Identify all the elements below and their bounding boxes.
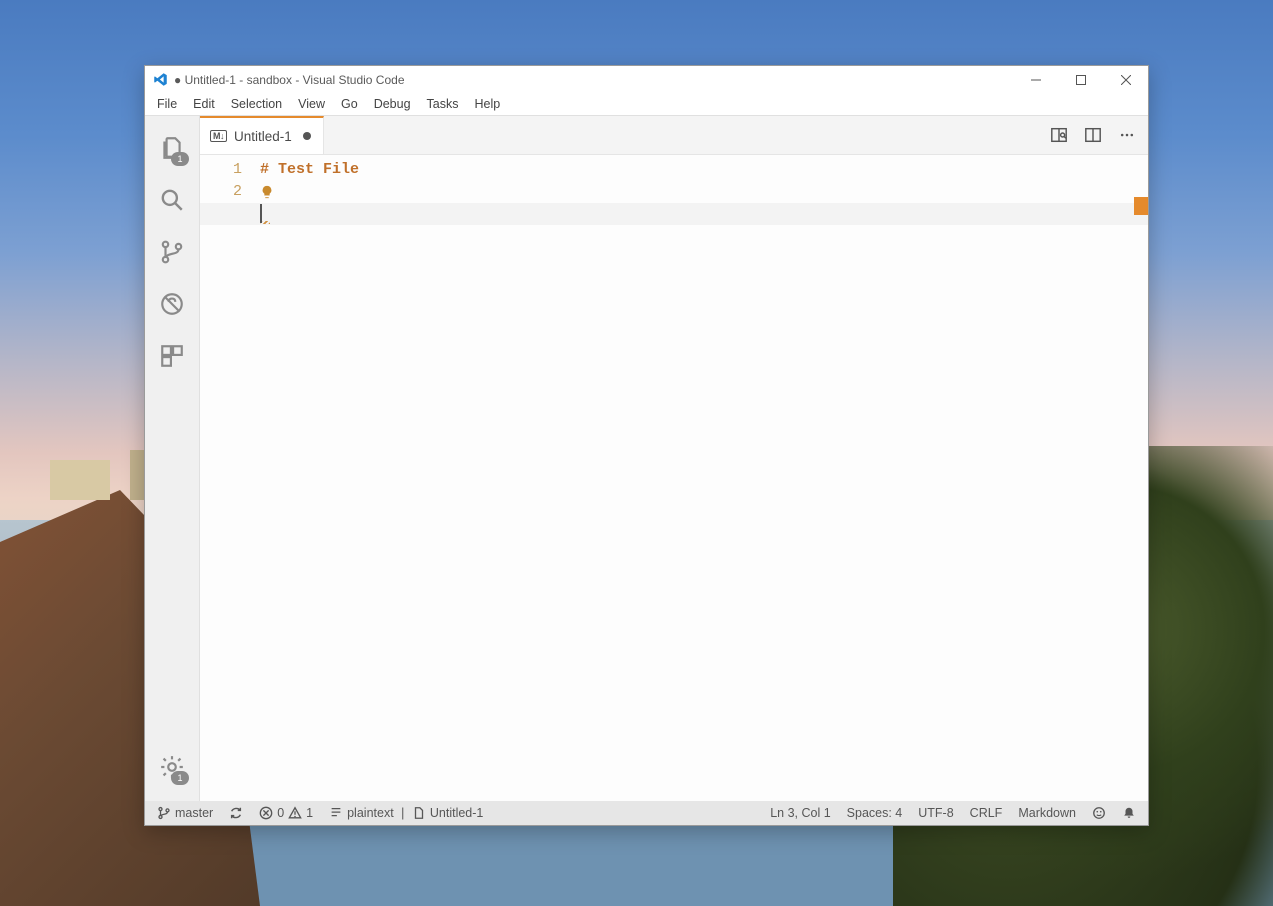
status-branch[interactable]: master	[151, 801, 219, 825]
markdown-file-icon: M↓	[210, 130, 227, 142]
status-formatter-label: plaintext	[347, 806, 394, 820]
split-editor-button[interactable]	[1078, 120, 1108, 150]
editor-actions	[1044, 116, 1148, 154]
git-branch-icon	[157, 806, 171, 820]
window-title-prefix: ●	[174, 73, 181, 87]
activity-explorer[interactable]: 1	[145, 124, 199, 176]
minimize-button[interactable]	[1013, 66, 1058, 93]
activity-settings[interactable]: 1	[145, 743, 199, 795]
status-eol[interactable]: CRLF	[964, 801, 1009, 825]
status-errors-count: 0	[277, 806, 284, 820]
status-indent-label: Spaces: 4	[847, 806, 903, 820]
code-content[interactable]: # Test File	[260, 155, 1148, 801]
extensions-icon	[159, 343, 185, 374]
activity-search[interactable]	[145, 176, 199, 228]
status-encoding-label: UTF-8	[918, 806, 953, 820]
menu-tasks[interactable]: Tasks	[419, 93, 467, 115]
open-preview-side-button[interactable]	[1044, 120, 1074, 150]
status-branch-label: master	[175, 806, 213, 820]
status-language[interactable]: Markdown	[1012, 801, 1082, 825]
editor-group: M↓ Untitled-1	[200, 116, 1148, 801]
search-icon	[159, 187, 185, 218]
close-button[interactable]	[1103, 66, 1148, 93]
status-encoding[interactable]: UTF-8	[912, 801, 959, 825]
sync-icon	[229, 806, 243, 820]
status-language-label: Markdown	[1018, 806, 1076, 820]
vscode-logo-icon	[153, 72, 168, 87]
menu-file[interactable]: File	[149, 93, 185, 115]
warning-icon	[288, 806, 302, 820]
activity-debug[interactable]	[145, 280, 199, 332]
maximize-button[interactable]	[1058, 66, 1103, 93]
status-eol-label: CRLF	[970, 806, 1003, 820]
more-actions-button[interactable]	[1112, 120, 1142, 150]
line-number-gutter: 1 2 3	[200, 155, 260, 801]
settings-badge: 1	[171, 771, 189, 785]
tab-row: M↓ Untitled-1	[200, 116, 1148, 155]
menu-help[interactable]: Help	[467, 93, 509, 115]
line-number: 2	[200, 181, 242, 203]
menu-debug[interactable]: Debug	[366, 93, 419, 115]
status-warnings-count: 1	[306, 806, 313, 820]
bell-icon	[1122, 806, 1136, 820]
status-active-file: Untitled-1	[430, 806, 484, 820]
menu-selection[interactable]: Selection	[223, 93, 290, 115]
text-cursor	[260, 204, 262, 223]
dirty-indicator-icon	[303, 132, 311, 140]
warning-squiggle	[260, 221, 270, 224]
formatter-icon	[329, 806, 343, 820]
bug-icon	[159, 291, 185, 322]
smiley-icon	[1092, 806, 1106, 820]
status-bar: master 0 1 plaintext |	[145, 801, 1148, 825]
status-problems[interactable]: 0 1	[253, 801, 319, 825]
status-cursor-label: Ln 3, Col 1	[770, 806, 830, 820]
status-sync[interactable]	[223, 801, 249, 825]
overview-ruler-mark	[1134, 197, 1148, 215]
code-line-1: # Test File	[260, 161, 359, 178]
explorer-badge: 1	[171, 152, 189, 166]
activity-extensions[interactable]	[145, 332, 199, 384]
activity-source-control[interactable]	[145, 228, 199, 280]
editor-tab-untitled-1[interactable]: M↓ Untitled-1	[200, 116, 324, 154]
window-title: Untitled-1 - sandbox - Visual Studio Cod…	[185, 73, 405, 87]
status-cursor[interactable]: Ln 3, Col 1	[764, 801, 836, 825]
editor-area[interactable]: 1 2 3 # Test File	[200, 155, 1148, 801]
line-number: 1	[200, 159, 242, 181]
title-bar[interactable]: ● Untitled-1 - sandbox - Visual Studio C…	[145, 66, 1148, 93]
activity-bar: 1	[145, 116, 200, 801]
git-branch-icon	[159, 239, 185, 270]
tab-label: Untitled-1	[234, 129, 292, 144]
menu-bar: File Edit Selection View Go Debug Tasks …	[145, 93, 1148, 116]
vscode-window: ● Untitled-1 - sandbox - Visual Studio C…	[144, 65, 1149, 826]
menu-go[interactable]: Go	[333, 93, 366, 115]
menu-view[interactable]: View	[290, 93, 333, 115]
status-feedback[interactable]	[1086, 801, 1112, 825]
status-formatter[interactable]: plaintext | Untitled-1	[323, 801, 489, 825]
status-notifications[interactable]	[1116, 801, 1142, 825]
status-indent[interactable]: Spaces: 4	[841, 801, 909, 825]
error-icon	[259, 806, 273, 820]
file-icon	[412, 806, 426, 820]
menu-edit[interactable]: Edit	[185, 93, 223, 115]
